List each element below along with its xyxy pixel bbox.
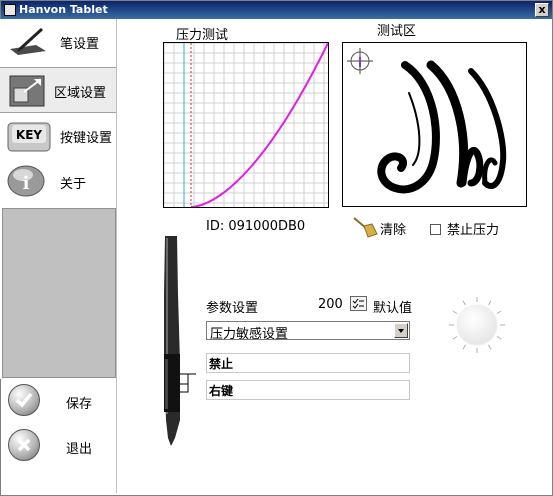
checkbox-box[interactable] [430, 224, 441, 235]
sidebar-item-label: 笔设置 [60, 37, 100, 52]
device-id: ID: 091000DB0 [206, 219, 306, 234]
knob-tick [462, 300, 466, 306]
window-title: Hanvon Tablet [19, 3, 108, 16]
knob-tick [452, 310, 458, 314]
disable-pressure-label: 禁止压力 [447, 223, 500, 238]
drawing-test-area[interactable] [342, 42, 527, 207]
sidebar-item-label: 按键设置 [60, 131, 113, 146]
sidebar-item-label: 关于 [60, 177, 87, 192]
check-icon [8, 384, 40, 416]
exit-label: 退出 [66, 442, 93, 457]
title-bar: Hanvon Tablet x [1, 1, 552, 19]
button1-function-field[interactable]: 禁止 [206, 353, 410, 373]
default-label: 默认值 [373, 301, 413, 316]
knob-tick [496, 310, 502, 314]
pressure-graph [163, 42, 329, 208]
crosshair-icon [347, 48, 373, 74]
button2-value: 右键 [209, 384, 234, 398]
svg-text:i: i [23, 173, 30, 194]
svg-text:KEY: KEY [16, 128, 42, 142]
disable-pressure-checkbox[interactable]: 禁止压力 [430, 219, 499, 238]
key-icon: KEY [7, 122, 51, 152]
knob-tick [496, 336, 502, 340]
pen-icon [10, 27, 46, 55]
area-icon [9, 75, 45, 107]
sidebar-item-area[interactable]: 区域设置 [0, 67, 116, 113]
test-area-title: 测试区 [377, 24, 417, 39]
save-button[interactable]: 保存 [0, 380, 116, 420]
sidebar-item-label: 区域设置 [54, 86, 107, 101]
info-icon: i [7, 165, 45, 197]
save-label: 保存 [66, 397, 93, 412]
pressure-test-title: 压力测试 [176, 28, 229, 43]
knob-tick [488, 300, 492, 306]
stylus-pen-image [164, 236, 196, 446]
knob-tick [452, 336, 458, 340]
params-label: 参数设置 [206, 301, 259, 316]
exit-button[interactable]: 退出 [0, 425, 116, 465]
knob-tick [462, 344, 466, 350]
pressure-curve [190, 43, 328, 207]
params-value: 200 [318, 297, 343, 312]
pressure-dial-knob[interactable] [447, 295, 507, 355]
sidebar-item-pen[interactable]: 笔设置 [0, 19, 116, 65]
knob-tick [488, 344, 492, 350]
chevron-down-icon[interactable] [394, 323, 408, 338]
divider [116, 19, 117, 493]
broom-icon [353, 217, 378, 238]
drawn-strokes [377, 60, 507, 194]
sidebar-item-keys[interactable]: KEY 按键设置 [0, 113, 116, 159]
sidebar-empty-panel [2, 208, 116, 378]
button2-function-field[interactable]: 右键 [206, 380, 410, 400]
close-button[interactable]: x [535, 3, 549, 17]
button1-value: 禁止 [209, 357, 234, 371]
checklist-icon [350, 296, 367, 311]
clear-label: 清除 [380, 223, 407, 238]
dropdown-value: 压力敏感设置 [210, 327, 289, 342]
app-icon [4, 4, 16, 16]
close-circle-icon [8, 429, 40, 461]
settings-dropdown[interactable]: 压力敏感设置 [206, 321, 410, 342]
sidebar-item-about[interactable]: i 关于 [0, 159, 116, 205]
